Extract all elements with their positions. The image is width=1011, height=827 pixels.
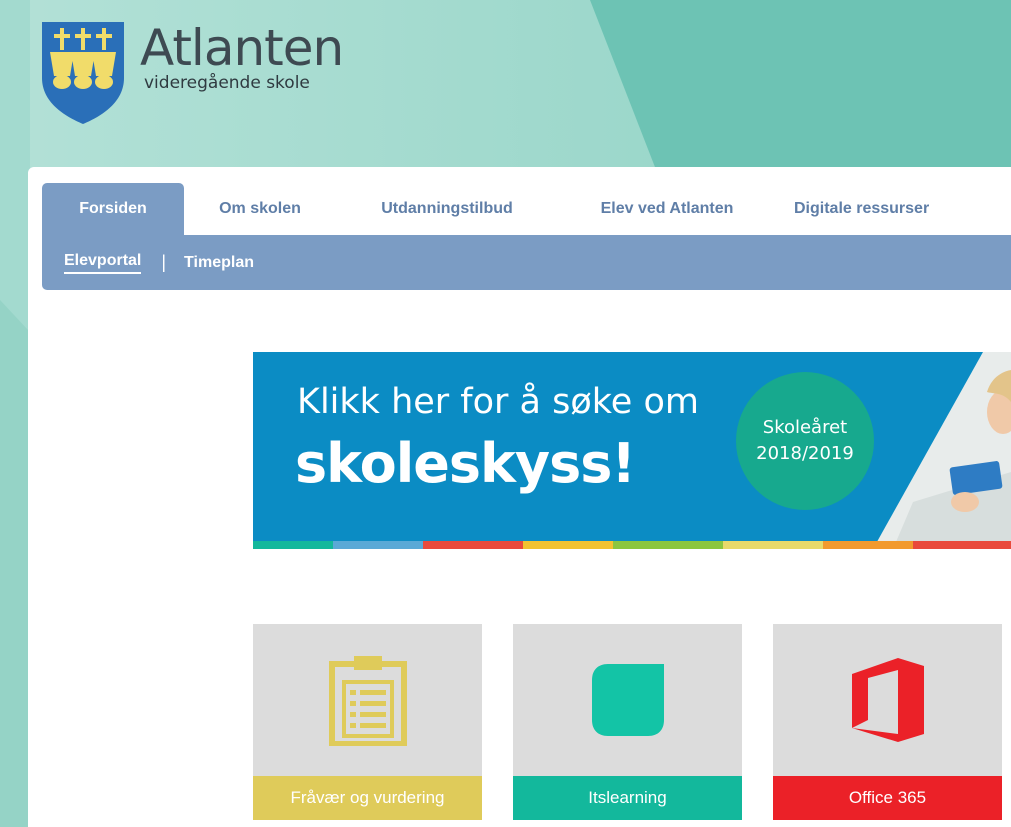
clipboard-icon	[328, 656, 407, 746]
student-photo	[873, 352, 1011, 549]
sub-navigation: Elevportal | Timeplan	[42, 235, 1011, 290]
tile-label: Itslearning	[513, 776, 742, 820]
tile-label: Fråvær og vurdering	[253, 776, 482, 820]
nav-tabs: Forsiden Om skolen Utdanningstilbud Elev…	[42, 183, 976, 235]
coat-of-arms-icon	[42, 22, 124, 124]
tile-office-365[interactable]: Office 365	[773, 624, 1002, 820]
itslearning-icon	[591, 664, 664, 736]
subnav-divider: |	[161, 252, 167, 272]
banner-text-line2: skoleskyss!	[295, 432, 636, 495]
tile-label: Office 365	[773, 776, 1002, 820]
office-icon	[851, 658, 924, 742]
subnav-elevportal[interactable]: Elevportal	[64, 252, 142, 274]
tile-itslearning[interactable]: Itslearning	[513, 624, 742, 820]
site-logo[interactable]: Atlanten videregående skole	[40, 19, 344, 126]
tab-utdanningstilbud[interactable]: Utdanningstilbud	[336, 183, 558, 235]
tab-elev-ved-atlanten[interactable]: Elev ved Atlanten	[558, 183, 776, 235]
banner-color-stripe	[253, 541, 1011, 549]
site-title: Atlanten	[140, 19, 344, 77]
tab-forsiden[interactable]: Forsiden	[42, 183, 184, 235]
badge-year: 2018/2019	[756, 443, 854, 464]
banner-text-line1: Klikk her for å søke om	[297, 382, 699, 422]
tab-om-skolen[interactable]: Om skolen	[184, 183, 336, 235]
subnav-timeplan[interactable]: Timeplan	[184, 254, 254, 272]
tile-fravaer-og-vurdering[interactable]: Fråvær og vurdering	[253, 624, 482, 820]
skoleskyss-banner[interactable]: Klikk her for å søke om skoleskyss! Skol…	[253, 352, 1011, 549]
tab-digitale-ressurser[interactable]: Digitale ressurser	[776, 183, 976, 235]
badge-label: Skoleåret	[762, 417, 848, 438]
main-navigation: Forsiden Om skolen Utdanningstilbud Elev…	[42, 183, 1011, 290]
